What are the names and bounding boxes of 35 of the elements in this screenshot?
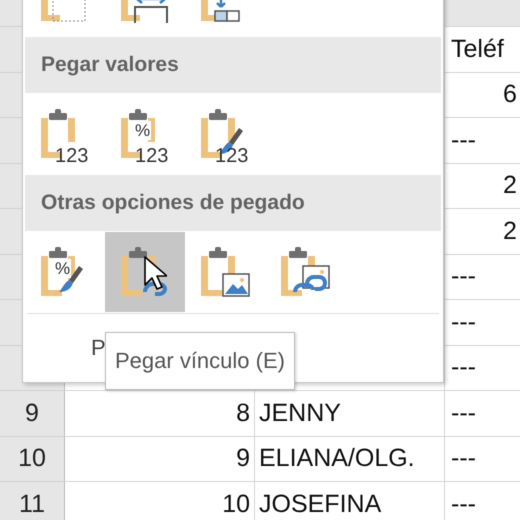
table-cell: 10 bbox=[65, 482, 255, 520]
table-cell: --- bbox=[445, 346, 520, 391]
paste-option-button[interactable]: % 123 bbox=[105, 94, 185, 174]
icon-caption: 123 bbox=[135, 146, 168, 166]
paste-option-button[interactable]: 123 bbox=[25, 94, 105, 174]
row-header[interactable]: 9 bbox=[0, 391, 65, 436]
percent-symbol: % bbox=[54, 259, 72, 278]
menu-item[interactable]: P bbox=[91, 335, 106, 361]
percent-symbol: % bbox=[134, 121, 152, 140]
row-header[interactable]: 11 bbox=[0, 482, 65, 520]
section-header: Pegar valores bbox=[25, 37, 441, 93]
table-cell: 6 bbox=[445, 72, 520, 118]
paste-option-button[interactable]: 123 bbox=[185, 94, 265, 174]
table-cell: 9 bbox=[65, 436, 255, 482]
section-header: Otras opciones de pegado bbox=[25, 175, 441, 231]
icon-caption: 123 bbox=[55, 146, 88, 166]
table-cell: --- bbox=[445, 482, 520, 520]
table-cell: --- bbox=[445, 118, 520, 164]
table-cell: 2 bbox=[445, 164, 520, 209]
icon-caption: 123 bbox=[215, 146, 248, 166]
table-cell: 2 bbox=[445, 209, 520, 254]
tooltip: Pegar vínculo (E) bbox=[105, 332, 295, 390]
table-cell: --- bbox=[445, 391, 520, 436]
cursor-icon bbox=[143, 255, 167, 291]
table-cell: --- bbox=[445, 254, 520, 300]
paste-option-button[interactable]: % bbox=[25, 232, 105, 312]
row-header[interactable]: 10 bbox=[0, 436, 65, 482]
table-cell: --- bbox=[445, 300, 520, 346]
table-cell: ELIANA/OLG. bbox=[255, 436, 445, 482]
table-cell: 8 bbox=[65, 391, 255, 436]
column-header-cell: Teléf bbox=[451, 34, 504, 64]
paste-option-button[interactable] bbox=[105, 232, 185, 312]
table-cell: --- bbox=[445, 436, 520, 482]
table-cell: JENNY bbox=[255, 391, 445, 436]
table-cell: JOSEFINA bbox=[255, 482, 445, 520]
